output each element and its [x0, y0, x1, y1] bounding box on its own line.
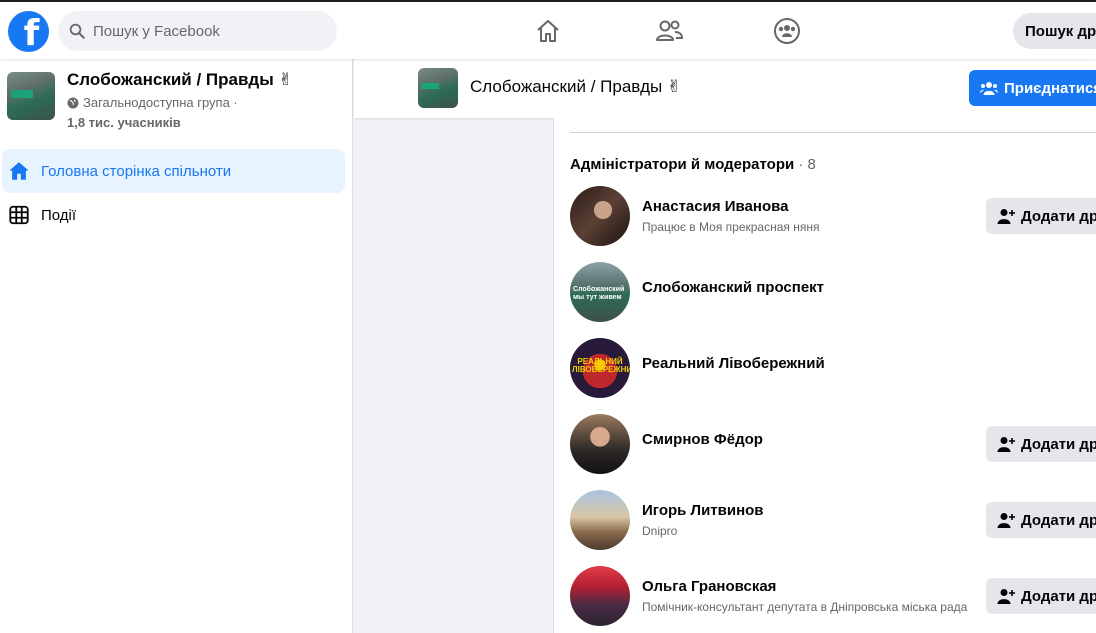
group-sticky-header: Слобожанский / Правды ✌ Приєднатися — [354, 59, 1096, 118]
home-filled-icon — [9, 162, 29, 180]
group-privacy-label: Загальнодоступна група · — [83, 95, 238, 110]
admins-moderators-card: Адміністратори й модератори · 8 Анастаси… — [553, 118, 1096, 633]
member-name[interactable]: Анастасия Иванова — [642, 198, 788, 215]
member-name[interactable]: Смирнов Фёдор — [642, 431, 763, 448]
top-navigation-bar: f Пошук дру — [0, 0, 1096, 59]
member-subtitle: Помічник-консультант депутата в Дніпровс… — [642, 600, 968, 614]
avatar[interactable] — [570, 414, 630, 474]
group-header-thumbnail[interactable] — [418, 68, 458, 108]
add-friend-label: Додати дру — [1021, 587, 1096, 605]
group-privacy: Загальнодоступна група · — [67, 95, 238, 110]
avatar[interactable] — [570, 566, 630, 626]
join-group-button[interactable]: Приєднатися — [969, 70, 1096, 106]
group-header[interactable]: Слобожанский / Правды ✌ Загальнодоступна… — [7, 70, 293, 130]
sidebar-item-label: Події — [41, 206, 77, 224]
sidebar-item-events[interactable]: Події — [2, 193, 345, 237]
admins-count: · 8 — [798, 156, 816, 173]
list-item: Смирнов Фёдор Додати дру — [570, 414, 1096, 478]
list-item: Игорь Литвинов Dnipro Додати дру — [570, 490, 1096, 554]
add-friend-button[interactable]: Додати дру — [986, 426, 1096, 462]
list-item: Ольга Грановская Помічник-консультант де… — [570, 566, 1096, 630]
calendar-grid-icon — [9, 205, 29, 225]
search-icon — [69, 23, 85, 39]
admins-section-title: Адміністратори й модератори · 8 — [570, 156, 816, 173]
divider — [570, 132, 1096, 133]
add-friend-label: Додати дру — [1021, 207, 1096, 225]
add-friend-icon — [997, 589, 1015, 604]
member-name[interactable]: Слобожанский проспект — [642, 279, 824, 296]
avatar-caption: РЕАЛЬНИЙ ЛІВОБЕРЕЖНИЙ — [572, 357, 630, 374]
list-item: Анастасия Иванова Працює в Моя прекрасна… — [570, 186, 1096, 250]
avatar[interactable] — [570, 186, 630, 246]
sidebar-item-community-home[interactable]: Головна сторінка спільноти — [2, 149, 345, 193]
group-cover-thumbnail[interactable] — [7, 72, 55, 120]
search-input[interactable] — [93, 22, 313, 40]
group-header-title[interactable]: Слобожанский / Правды ✌ — [470, 77, 681, 97]
users-icon — [980, 82, 998, 95]
member-name[interactable]: Реальний Лівобережний — [642, 355, 825, 372]
admins-title-text: Адміністратори й модератори — [570, 156, 795, 173]
friends-icon[interactable] — [654, 16, 684, 46]
sidebar-item-label: Головна сторінка спільноти — [41, 162, 232, 180]
globe-icon — [67, 97, 79, 108]
add-friend-label: Додати дру — [1021, 435, 1096, 453]
find-friends-button[interactable]: Пошук дру — [1013, 13, 1096, 49]
left-sidebar: Слобожанский / Правды ✌ Загальнодоступна… — [0, 59, 353, 633]
join-button-label: Приєднатися — [1004, 79, 1096, 97]
avatar-caption: Слобожанский мы тут живем — [573, 286, 625, 301]
groups-icon[interactable] — [772, 16, 802, 46]
avatar[interactable]: РЕАЛЬНИЙ ЛІВОБЕРЕЖНИЙ — [570, 338, 630, 398]
add-friend-button[interactable]: Додати дру — [986, 502, 1096, 538]
avatar[interactable] — [570, 490, 630, 550]
add-friend-button[interactable]: Додати дру — [986, 578, 1096, 614]
member-name[interactable]: Ольга Грановская — [642, 578, 776, 595]
add-friend-icon — [997, 209, 1015, 224]
member-name[interactable]: Игорь Литвинов — [642, 502, 764, 519]
add-friend-icon — [997, 513, 1015, 528]
member-subtitle: Працює в Моя прекрасная няня — [642, 220, 820, 234]
group-member-count[interactable]: 1,8 тис. учасників — [67, 115, 181, 130]
add-friend-label: Додати дру — [1021, 511, 1096, 529]
avatar[interactable]: Слобожанский мы тут живем — [570, 262, 630, 322]
home-icon[interactable] — [533, 16, 563, 46]
facebook-logo-icon[interactable]: f — [8, 11, 49, 52]
member-subtitle: Dnipro — [642, 524, 678, 538]
add-friend-button[interactable]: Додати дру — [986, 198, 1096, 234]
list-item: РЕАЛЬНИЙ ЛІВОБЕРЕЖНИЙ Реальний Лівобереж… — [570, 338, 1096, 402]
group-name[interactable]: Слобожанский / Правды ✌ — [67, 70, 293, 90]
search-box[interactable] — [58, 11, 337, 51]
list-item: Слобожанский мы тут живем Слобожанский п… — [570, 262, 1096, 326]
add-friend-icon — [997, 437, 1015, 452]
